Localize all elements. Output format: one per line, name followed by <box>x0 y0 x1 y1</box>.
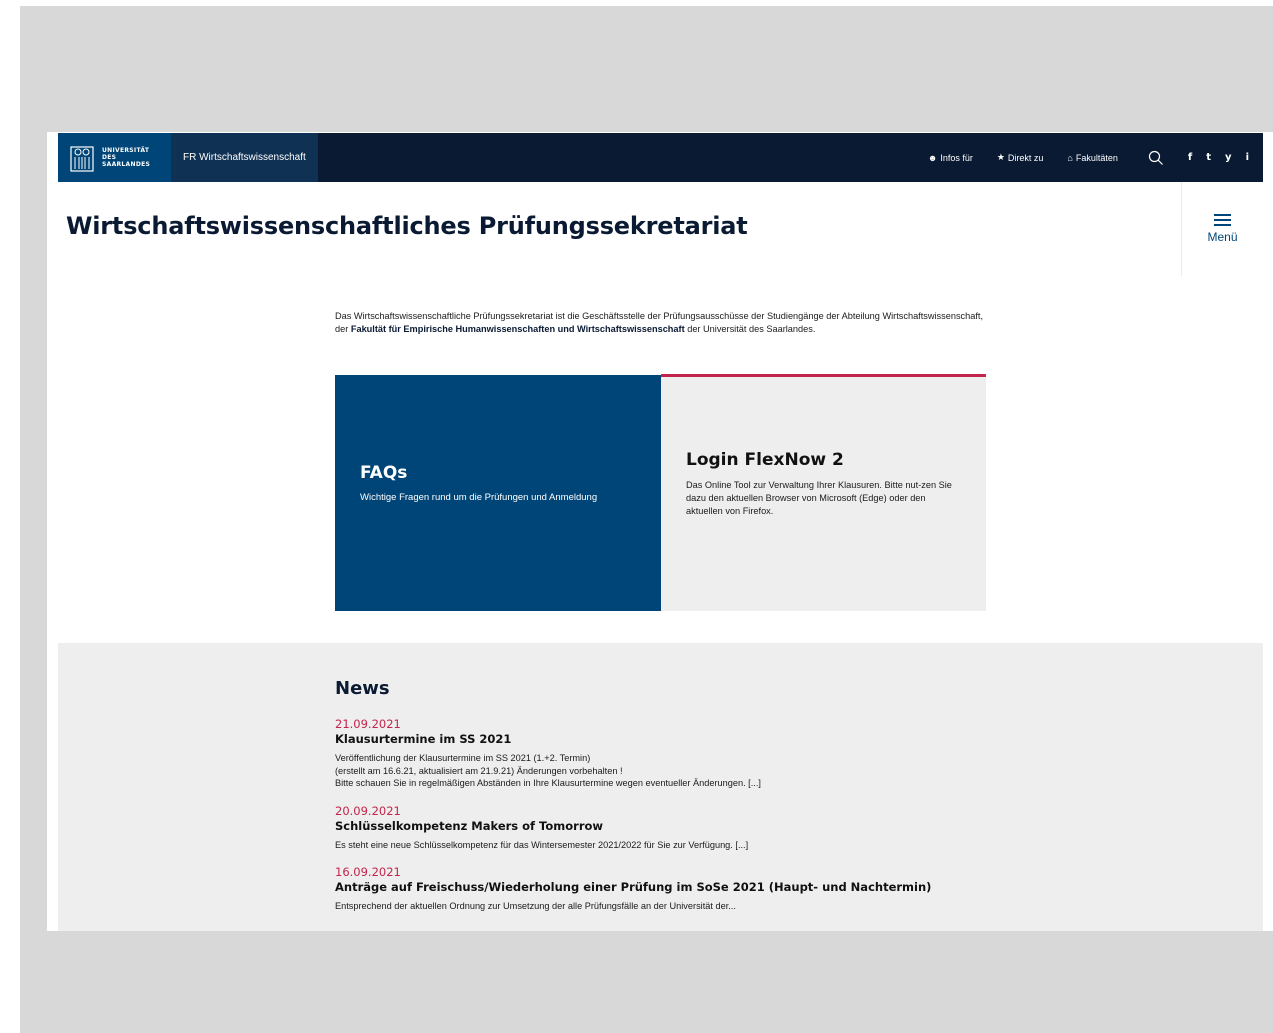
menu-button[interactable]: Menü <box>1181 182 1263 276</box>
flexnow-login-teaser[interactable]: Login FlexNow 2 Das Online Tool zur Verw… <box>661 374 986 611</box>
faq-teaser[interactable]: FAQs Wichtige Fragen rund um die Prüfung… <box>335 375 661 611</box>
browser-viewport: UNIVERSITÄT DES SAARLANDES FR Wirtschaft… <box>47 132 1273 931</box>
intro-text-after: der Universität des Saarlandes. <box>684 324 816 334</box>
university-logo[interactable]: UNIVERSITÄT DES SAARLANDES <box>58 133 171 182</box>
news-text-line: Es steht eine neue Schlüsselkompetenz fü… <box>335 839 749 850</box>
news-text: Veröffentlichung der Klausurtermine im S… <box>335 752 1035 790</box>
news-date: 21.09.2021 <box>335 717 401 731</box>
news-text: Es steht eine neue Schlüsselkompetenz fü… <box>335 839 1035 852</box>
user-icon: ☻ <box>927 152 938 163</box>
news-item[interactable]: 20.09.2021 Schlüsselkompetenz Makers of … <box>335 804 1035 852</box>
flexnow-teaser-title: Login FlexNow 2 <box>686 450 844 470</box>
building-icon: ⌂ <box>1067 152 1073 163</box>
nav-direkt-zu-label: Direkt zu <box>1007 152 1044 163</box>
news-text-line: Bitte schauen Sie in regelmäßigen Abstän… <box>335 778 761 788</box>
menu-label: Menü <box>1207 230 1238 244</box>
news-item[interactable]: 21.09.2021 Klausurtermine im SS 2021 Ver… <box>335 717 1035 790</box>
star-icon: ★ <box>996 152 1005 162</box>
university-logo-text: UNIVERSITÄT DES SAARLANDES <box>102 147 150 168</box>
logo-line-2: DES <box>102 154 117 161</box>
search-icon <box>1148 150 1163 165</box>
news-heading: News <box>335 678 390 699</box>
news-title[interactable]: Klausurtermine im SS 2021 <box>335 731 1035 747</box>
twitter-icon[interactable]: t <box>1206 152 1211 163</box>
news-text-line: Veröffentlichung der Klausurtermine im S… <box>335 753 591 763</box>
backdrop-bottom <box>20 931 1273 1033</box>
news-date: 16.09.2021 <box>335 865 401 879</box>
site-name-link[interactable]: FR Wirtschaftswissenschaft <box>171 133 318 182</box>
news-title[interactable]: Anträge auf Freischuss/Wiederholung eine… <box>335 879 1035 895</box>
logo-line-1: UNIVERSITÄT <box>102 147 150 154</box>
faq-teaser-text: Wichtige Fragen rund um die Prüfungen un… <box>360 492 598 503</box>
flexnow-teaser-text: Das Online Tool zur Verwaltung Ihrer Kla… <box>686 480 952 516</box>
search-button[interactable] <box>1148 150 1164 166</box>
news-text-line: (erstellt am 16.6.21, aktualisiert am 21… <box>335 765 623 776</box>
hamburger-icon <box>1214 214 1231 226</box>
backdrop-left <box>20 132 47 931</box>
instagram-icon[interactable]: i <box>1246 152 1249 163</box>
nav-infos-fuer[interactable]: ☻ Infos für <box>928 153 973 163</box>
news-text: Entsprechend der aktuellen Ordnung zur U… <box>335 900 1035 913</box>
nav-fakultaeten-label: Fakultäten <box>1075 152 1118 163</box>
page-title: Wirtschaftswissenschaftliches Prüfungsse… <box>66 212 748 240</box>
facebook-icon[interactable]: f <box>1188 152 1192 163</box>
news-list: 21.09.2021 Klausurtermine im SS 2021 Ver… <box>335 717 1035 927</box>
backdrop-top <box>20 6 1273 132</box>
news-text-line: Entsprechend der aktuellen Ordnung zur U… <box>335 901 736 911</box>
news-section: News 21.09.2021 Klausurtermine im SS 202… <box>58 643 1263 931</box>
faq-teaser-title: FAQs <box>360 463 408 483</box>
nav-fakultaeten[interactable]: ⌂ Fakultäten <box>1067 153 1117 163</box>
news-item[interactable]: 16.09.2021 Anträge auf Freischuss/Wieder… <box>335 865 1035 913</box>
news-date: 20.09.2021 <box>335 803 401 818</box>
logo-line-3: SAARLANDES <box>102 161 151 168</box>
faculty-link[interactable]: Fakultät für Empirische Humanwissenschaf… <box>351 324 685 334</box>
intro-paragraph: Das Wirtschaftswissenschaftliche Prüfung… <box>335 310 985 336</box>
university-seal-icon <box>70 143 94 173</box>
youtube-icon[interactable]: y <box>1225 152 1232 163</box>
news-title[interactable]: Schlüsselkompetenz Makers of Tomorrow <box>335 818 1035 834</box>
nav-infos-fuer-label: Infos für <box>940 152 973 163</box>
nav-direkt-zu[interactable]: ★ Direkt zu <box>997 152 1044 163</box>
top-navigation: UNIVERSITÄT DES SAARLANDES FR Wirtschaft… <box>58 133 1263 182</box>
